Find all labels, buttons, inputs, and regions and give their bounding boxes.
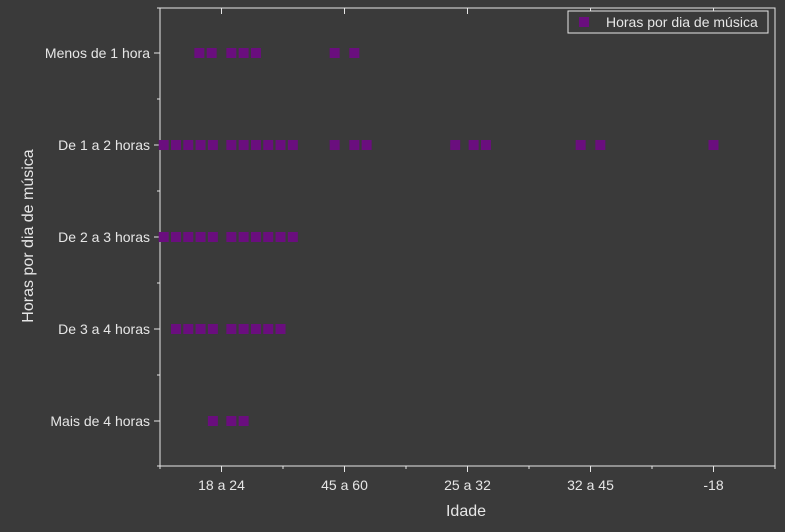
data-point [226, 232, 237, 242]
data-point [195, 232, 206, 242]
data-point [480, 140, 491, 150]
data-point [329, 140, 340, 150]
data-point [349, 140, 360, 150]
data-point [226, 48, 237, 58]
data-point [170, 232, 181, 242]
data-point [349, 48, 360, 58]
y-tick-label: Mais de 4 horas [50, 413, 150, 429]
chart-container: 18 a 24 45 a 60 25 a 32 32 a 45 -18 Mais de … [0, 0, 785, 527]
data-point [250, 232, 261, 242]
x-tick-label: 45 a 60 [321, 477, 368, 493]
data-point [194, 48, 205, 58]
data-point [250, 48, 261, 58]
data-point [575, 140, 586, 150]
data-point [207, 324, 218, 334]
data-point [238, 48, 249, 58]
data-point [207, 416, 218, 426]
data-point [226, 324, 237, 334]
data-point [361, 140, 372, 150]
data-point [250, 324, 261, 334]
data-point [287, 232, 298, 242]
x-tick-label: 18 a 24 [198, 477, 245, 493]
data-point [250, 140, 261, 150]
data-point [207, 140, 218, 150]
data-point [708, 140, 719, 150]
chart-background [0, 0, 785, 527]
data-point [263, 140, 274, 150]
data-point [183, 324, 194, 334]
data-point [170, 140, 181, 150]
data-point [287, 140, 298, 150]
legend-marker-icon [579, 17, 589, 27]
data-point [226, 416, 237, 426]
data-point [468, 140, 479, 150]
data-point [183, 140, 194, 150]
data-point [595, 140, 606, 150]
data-point [206, 48, 217, 58]
data-point [263, 324, 274, 334]
data-point [275, 232, 286, 242]
data-point [226, 140, 237, 150]
data-point [183, 232, 194, 242]
data-point [275, 140, 286, 150]
data-point [263, 232, 274, 242]
x-tick-label: 32 a 45 [567, 477, 614, 493]
data-point [195, 324, 206, 334]
data-point [238, 324, 249, 334]
data-point [238, 416, 249, 426]
data-point [207, 232, 218, 242]
legend: Horas por dia de música [567, 10, 769, 34]
data-point [238, 140, 249, 150]
data-point [158, 232, 169, 242]
data-point [158, 140, 169, 150]
data-point [329, 48, 340, 58]
legend-label: Horas por dia de música [606, 14, 758, 30]
x-tick-label: 25 a 32 [444, 477, 491, 493]
y-tick-label: Menos de 1 hora [45, 45, 150, 61]
data-point [450, 140, 461, 150]
x-tick-label: -18 [703, 477, 723, 493]
y-tick-label: De 1 a 2 horas [58, 137, 150, 153]
y-tick-label: De 3 a 4 horas [58, 321, 150, 337]
y-tick-label: De 2 a 3 horas [58, 229, 150, 245]
scatter-chart: 18 a 24 45 a 60 25 a 32 32 a 45 -18 Mais de … [0, 0, 785, 527]
data-point [238, 232, 249, 242]
y-axis-label: Horas por dia de música [20, 149, 37, 323]
data-point [275, 324, 286, 334]
data-point [195, 140, 206, 150]
data-point [170, 324, 181, 334]
x-axis-label: Idade [446, 503, 486, 520]
